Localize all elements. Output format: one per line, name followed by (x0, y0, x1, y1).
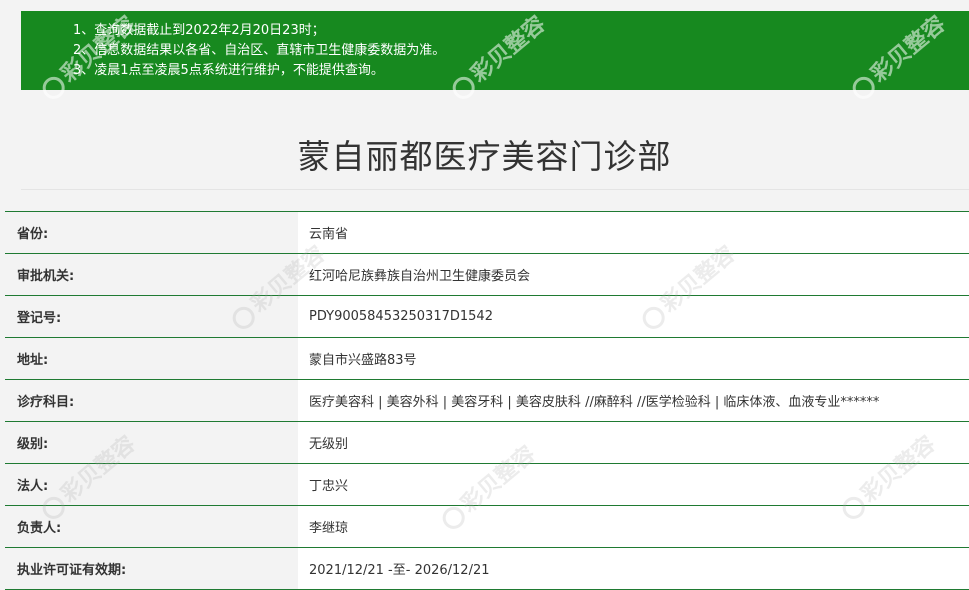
notice-line-1: 1、查询数据截止到2022年2月20日23时； (73, 23, 325, 38)
table-row-authority: 审批机关: 红河哈尼族彝族自治州卫生健康委员会 (5, 254, 969, 296)
row-label: 地址: (5, 338, 298, 379)
row-label: 执业许可证有效期: (5, 548, 298, 589)
row-label: 省份: (5, 212, 298, 253)
row-value: 医疗美容科 | 美容外科 | 美容牙科 | 美容皮肤科 //麻醉科 //医学检验… (298, 380, 969, 421)
row-value: 无级别 (298, 422, 969, 463)
row-label: 登记号: (5, 296, 298, 337)
row-label: 级别: (5, 422, 298, 463)
page-title: 蒙自丽都医疗美容门诊部 (297, 137, 672, 176)
notice-line-2: 2、信息数据结果以各省、自治区、直辖市卫生健康委数据为准。 (73, 43, 446, 58)
row-label: 法人: (5, 464, 298, 505)
table-row-person-in-charge: 负责人: 李继琼 (5, 506, 969, 548)
row-label: 诊疗科目: (5, 380, 298, 421)
row-value: 蒙自市兴盛路83号 (298, 338, 969, 379)
row-value: 丁忠兴 (298, 464, 969, 505)
row-value: 红河哈尼族彝族自治州卫生健康委员会 (298, 254, 969, 295)
table-row-level: 级别: 无级别 (5, 422, 969, 464)
title-divider (21, 189, 969, 190)
row-value: PDY90058453250317D1542 (298, 296, 969, 337)
info-table: 省份: 云南省 审批机关: 红河哈尼族彝族自治州卫生健康委员会 登记号: PDY… (5, 211, 969, 590)
notice-line-3: 3、凌晨1点至凌晨5点系统进行维护，不能提供查询。 (73, 63, 384, 78)
table-row-legal-person: 法人: 丁忠兴 (5, 464, 969, 506)
table-row-license-validity: 执业许可证有效期: 2021/12/21 -至- 2026/12/21 (5, 548, 969, 590)
table-row-address: 地址: 蒙自市兴盛路83号 (5, 338, 969, 380)
row-label: 审批机关: (5, 254, 298, 295)
row-value: 李继琼 (298, 506, 969, 547)
row-value: 云南省 (298, 212, 969, 253)
table-row-departments: 诊疗科目: 医疗美容科 | 美容外科 | 美容牙科 | 美容皮肤科 //麻醉科 … (5, 380, 969, 422)
row-value: 2021/12/21 -至- 2026/12/21 (298, 548, 969, 589)
table-row-province: 省份: 云南省 (5, 211, 969, 254)
row-label: 负责人: (5, 506, 298, 547)
table-row-registration: 登记号: PDY90058453250317D1542 (5, 296, 969, 338)
notice-banner: 1、查询数据截止到2022年2月20日23时； 2、信息数据结果以各省、自治区、… (21, 11, 969, 90)
